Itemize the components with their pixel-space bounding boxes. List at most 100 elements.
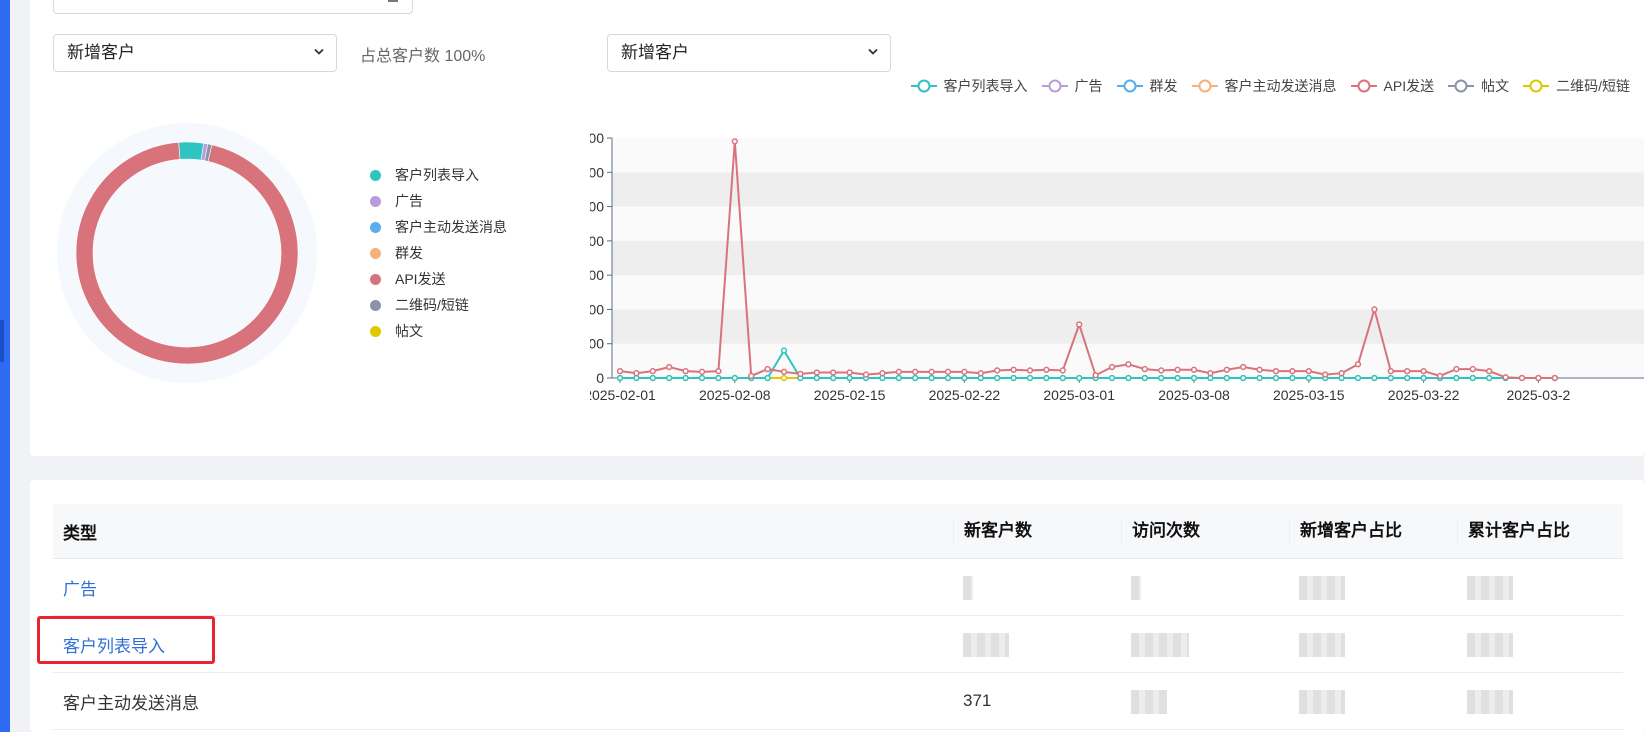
data-point[interactable] — [1289, 367, 1296, 375]
data-point[interactable] — [846, 369, 853, 376]
data-point[interactable] — [764, 365, 771, 373]
data-point[interactable] — [1535, 374, 1542, 382]
data-point[interactable] — [961, 374, 968, 382]
data-point[interactable] — [633, 370, 640, 377]
data-point[interactable] — [1420, 367, 1427, 375]
data-point[interactable] — [715, 374, 722, 382]
data-point[interactable] — [764, 374, 771, 382]
data-point[interactable] — [1404, 374, 1411, 382]
data-point[interactable] — [1174, 366, 1181, 373]
data-point[interactable] — [1354, 361, 1362, 368]
data-point[interactable] — [666, 374, 673, 382]
data-point[interactable] — [1174, 374, 1181, 382]
line-legend-item[interactable]: API发送 — [1350, 76, 1434, 96]
data-point[interactable] — [1158, 367, 1165, 374]
data-point[interactable] — [1240, 374, 1247, 382]
data-point[interactable] — [1272, 367, 1280, 375]
data-point[interactable] — [944, 374, 952, 382]
data-point[interactable] — [731, 138, 738, 145]
data-point[interactable] — [1453, 374, 1460, 382]
sidebar-toggle-handle[interactable] — [0, 320, 4, 362]
pie-legend-item[interactable]: 广告 — [370, 188, 507, 214]
data-point[interactable] — [780, 368, 788, 375]
data-point[interactable] — [715, 367, 722, 375]
data-point[interactable] — [961, 368, 968, 375]
data-point[interactable] — [1256, 366, 1263, 373]
data-point[interactable] — [1158, 374, 1165, 382]
data-point[interactable] — [1026, 367, 1034, 374]
data-point[interactable] — [1043, 374, 1050, 382]
data-point[interactable] — [1059, 367, 1066, 374]
data-point[interactable] — [698, 374, 706, 382]
data-point[interactable] — [780, 374, 788, 382]
data-point[interactable] — [944, 368, 952, 375]
data-point[interactable] — [813, 374, 820, 382]
data-point[interactable] — [1486, 374, 1493, 382]
data-point[interactable] — [1305, 374, 1312, 382]
data-point[interactable] — [649, 374, 656, 382]
data-point[interactable] — [1551, 374, 1558, 382]
data-point[interactable] — [846, 374, 853, 382]
data-point[interactable] — [797, 370, 804, 378]
data-point[interactable] — [1141, 365, 1148, 373]
data-point[interactable] — [1305, 367, 1312, 375]
data-point[interactable] — [1272, 374, 1280, 382]
data-point[interactable] — [1387, 367, 1394, 375]
line-legend-item[interactable]: 群发 — [1116, 76, 1178, 96]
data-point[interactable] — [1223, 366, 1230, 373]
data-point[interactable] — [748, 372, 755, 380]
data-point[interactable] — [1404, 367, 1411, 375]
data-point[interactable] — [1207, 370, 1214, 377]
data-point[interactable] — [731, 374, 738, 382]
data-point[interactable] — [1076, 321, 1083, 328]
data-point[interactable] — [1371, 374, 1378, 382]
pie-legend-item[interactable]: 客户列表导入 — [370, 162, 507, 188]
data-point[interactable] — [1289, 374, 1296, 382]
data-point[interactable] — [879, 370, 886, 377]
data-point[interactable] — [1026, 374, 1034, 382]
pie-legend-item[interactable]: 帖文 — [370, 318, 507, 344]
pie-legend-item[interactable]: 二维码/短链 — [370, 292, 507, 318]
data-point[interactable] — [928, 374, 935, 382]
line-metric-select[interactable]: 新增客户 — [607, 34, 891, 72]
data-point[interactable] — [1338, 370, 1345, 377]
data-point[interactable] — [1469, 374, 1476, 382]
data-point[interactable] — [666, 363, 673, 371]
data-point[interactable] — [1010, 366, 1017, 373]
data-point[interactable] — [616, 374, 624, 382]
data-point[interactable] — [895, 374, 902, 382]
data-point[interactable] — [830, 374, 837, 382]
data-point[interactable] — [1436, 372, 1444, 380]
data-point[interactable] — [1420, 374, 1427, 382]
data-point[interactable] — [649, 367, 656, 375]
data-point[interactable] — [830, 369, 837, 376]
row-type-link[interactable]: 广告 — [63, 580, 97, 599]
line-legend-item[interactable]: 二维码/短链 — [1523, 76, 1630, 96]
data-point[interactable] — [1092, 372, 1099, 379]
data-point[interactable] — [1125, 361, 1132, 368]
data-point[interactable] — [1240, 363, 1247, 371]
data-point[interactable] — [1010, 374, 1017, 382]
data-point[interactable] — [1108, 374, 1116, 382]
data-point[interactable] — [1076, 374, 1083, 382]
data-point[interactable] — [1322, 371, 1329, 378]
data-point[interactable] — [1502, 374, 1509, 381]
data-point[interactable] — [1371, 306, 1378, 313]
data-point[interactable] — [994, 374, 1001, 382]
line-legend-item[interactable]: 帖文 — [1448, 76, 1509, 96]
data-point[interactable] — [813, 369, 820, 376]
data-point[interactable] — [1190, 374, 1198, 382]
data-point[interactable] — [1469, 365, 1476, 373]
data-point[interactable] — [682, 367, 689, 375]
pie-legend-item[interactable]: API发送 — [370, 266, 507, 292]
data-point[interactable] — [616, 367, 624, 375]
data-point[interactable] — [862, 371, 870, 378]
data-point[interactable] — [1387, 374, 1394, 382]
data-point[interactable] — [1223, 374, 1230, 382]
data-point[interactable] — [895, 368, 902, 375]
data-point[interactable] — [1354, 374, 1362, 382]
data-point[interactable] — [1059, 374, 1066, 382]
data-point[interactable] — [1453, 365, 1460, 373]
line-legend-item[interactable]: 客户主动发送消息 — [1191, 76, 1337, 96]
data-point[interactable] — [912, 368, 919, 375]
